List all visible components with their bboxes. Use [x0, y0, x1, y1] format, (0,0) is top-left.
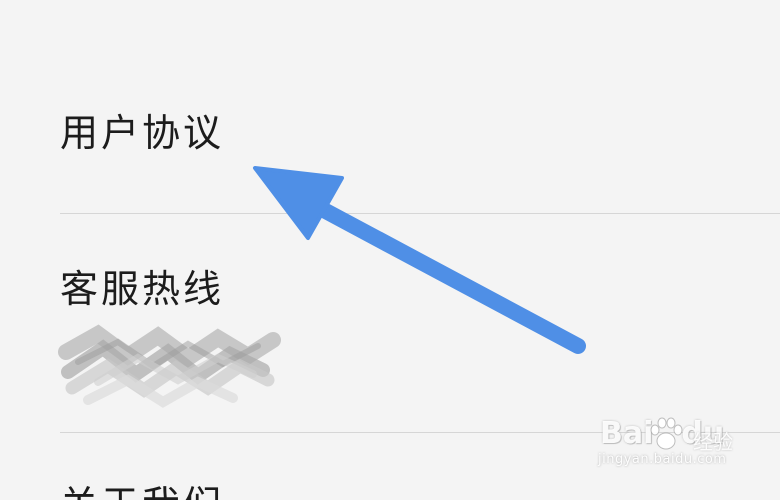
watermark-url: jingyan.baidu.com: [598, 452, 727, 467]
baidu-jingyan-watermark: Bai du 经验 jingyan.baidu.com: [590, 412, 750, 472]
settings-screen: 用户协议 客服热线 关于我们 Baidu: [0, 0, 780, 500]
watermark-name: 经验: [693, 430, 733, 454]
paw-icon: [650, 417, 683, 450]
